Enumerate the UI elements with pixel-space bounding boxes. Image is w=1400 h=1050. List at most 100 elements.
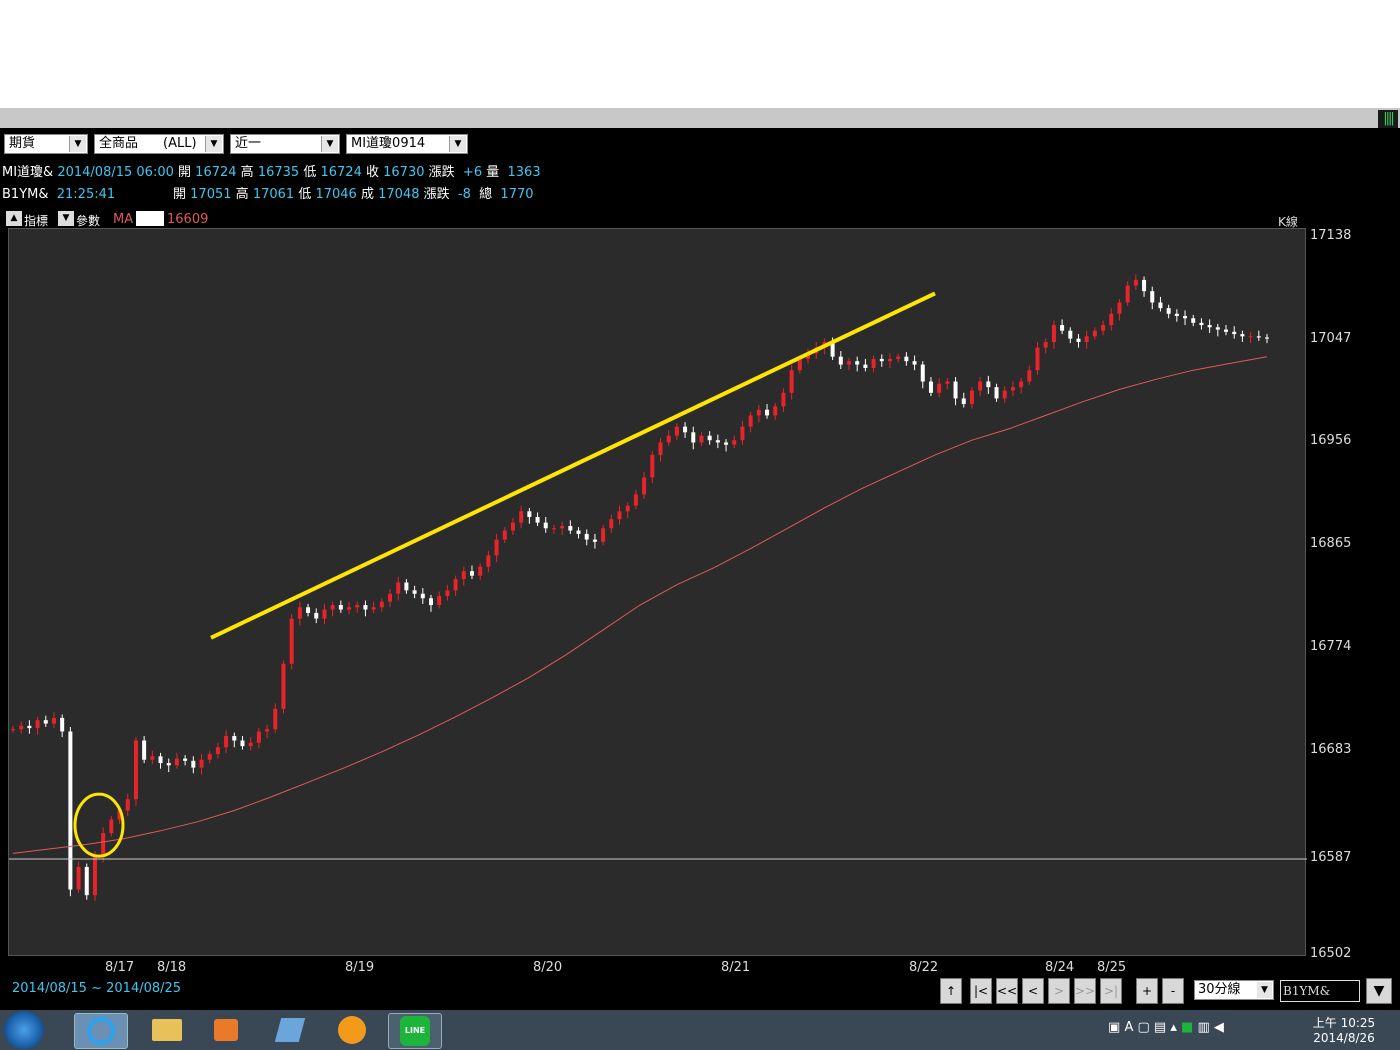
tray-expand-icon[interactable]: ▴ [1170,1020,1177,1035]
quote2-high: 17061 [252,187,295,202]
forward-button[interactable]: > [1048,978,1070,1004]
tray-chat-icon[interactable]: ■ [1181,1020,1193,1035]
candle-body [863,364,868,368]
candle-body [1240,334,1245,337]
app-icon[interactable] [264,1013,316,1047]
quote1-date: 2014/08/15 06:00 [57,165,174,180]
chevron-down-icon[interactable]: ▼ [321,136,338,152]
chevron-down-icon[interactable]: ▼ [69,136,86,152]
start-button-icon[interactable] [4,1011,44,1049]
chevron-down-icon[interactable]: ▼ [449,136,466,152]
interval-select[interactable]: 30分線 ▼ [1194,980,1274,1000]
scroll-up-button[interactable]: ↑ [940,978,962,1004]
candle-body [847,361,851,365]
x-tick-label: 8/22 [909,960,939,975]
zoom-in-button[interactable]: + [1136,978,1158,1004]
candle-body [404,582,409,591]
quote2-chg-label: 漲跌 [423,187,450,202]
network-icon[interactable]: ▥ [1197,1020,1209,1035]
candle-body [920,364,925,382]
indicator-index-label[interactable]: 指標 [24,212,48,229]
products-all-label: (ALL) [163,136,197,151]
y-tick-label: 16865 [1310,536,1352,552]
candle-body [347,607,352,610]
system-tray[interactable]: ▣ A ▢ ▤ ▴ ■ ▥ ◀ [1108,1020,1268,1040]
candle-body [133,740,138,800]
candle-body [388,593,393,602]
candle-body [363,605,368,610]
indicator-param-label[interactable]: 參數 [76,212,100,229]
chat-app-icon[interactable] [326,1013,378,1047]
chevron-down-icon[interactable]: ▼ [205,136,222,152]
candle-body [289,618,294,664]
candle-body [256,731,261,743]
market-select[interactable]: 期貨 ▼ [4,134,88,154]
candle-body [969,390,974,405]
candle-body [1035,347,1040,371]
arrow-up-icon[interactable]: ▲ [6,211,22,226]
clock[interactable]: 上午 10:25 2014/8/26 [1312,1014,1376,1045]
candle-body [879,358,884,362]
candle-body [27,725,32,729]
zoom-out-button[interactable]: - [1162,978,1184,1004]
back-button[interactable]: < [1022,978,1044,1004]
quote-line-2: B1YM& 21:25:41 開 17051 高 17061 低 17046 成… [2,187,534,203]
folder-icon[interactable] [140,1013,192,1047]
ime-icon[interactable]: A [1124,1020,1133,1035]
candle-body [568,526,573,531]
dropdown-button[interactable]: ▼ [1366,978,1392,1004]
quote2-total-label: 總 [479,187,493,202]
circle-annotation [73,792,125,858]
interval-select-value: 30分線 [1198,982,1241,997]
tray-window-icon[interactable]: ▢ [1137,1020,1149,1035]
candle-body [887,358,892,362]
chart-plot-area[interactable] [8,228,1307,956]
internet-explorer-icon[interactable] [74,1013,128,1049]
symbol-input[interactable]: B1YM& [1280,980,1360,1002]
candle-body [724,442,729,445]
candle-body [35,720,40,729]
candle-body [781,392,786,407]
arrow-down-icon[interactable]: ▼ [58,211,74,226]
candle-body [306,607,311,613]
x-tick-label: 8/18 [157,960,187,975]
y-tick-label: 16956 [1310,433,1352,449]
symbol-select[interactable]: MI道瓊0914 ▼ [346,134,468,154]
last-button[interactable]: >| [1100,978,1122,1004]
candle-body [625,505,630,512]
period-select[interactable]: 近一 ▼ [230,134,340,154]
media-player-icon[interactable] [200,1013,252,1047]
candle-body [1224,329,1229,332]
y-tick-label: 16502 [1310,946,1352,961]
candle-body [912,361,917,365]
candle-body [1248,336,1253,338]
volume-icon[interactable]: ◀ [1214,1020,1224,1035]
candle-body [76,866,81,890]
fast-back-button[interactable]: << [996,978,1018,1004]
candle-body [297,607,302,619]
candle-body [224,735,229,748]
candle-body [576,530,581,534]
candle-body [420,593,425,599]
candle-body [896,356,901,359]
x-tick-label: 8/21 [721,960,751,975]
candle-body [166,763,171,766]
candle-body [1027,370,1032,382]
candle-body [1019,381,1024,388]
fast-forward-button[interactable]: >> [1074,978,1096,1004]
candle-body [617,511,622,520]
candle-body [535,516,540,523]
chevron-down-icon[interactable]: ▼ [1257,982,1272,998]
candle-body [461,571,466,580]
first-button[interactable]: |< [970,978,992,1004]
ma-color-swatch[interactable] [136,211,164,226]
resize-grip-icon[interactable]: |||| [1378,110,1398,128]
line-app-icon[interactable]: LINE [388,1013,442,1049]
window-title-bar [0,108,1400,128]
tray-app-icon[interactable]: ▣ [1108,1020,1120,1035]
products-select[interactable]: 全商品 (ALL) ▼ [94,134,224,154]
x-tick-label: 8/19 [345,960,375,975]
candle-body [789,370,794,393]
quote2-open-label: 開 [173,187,187,202]
tray-keyboard-icon[interactable]: ▤ [1154,1020,1166,1035]
